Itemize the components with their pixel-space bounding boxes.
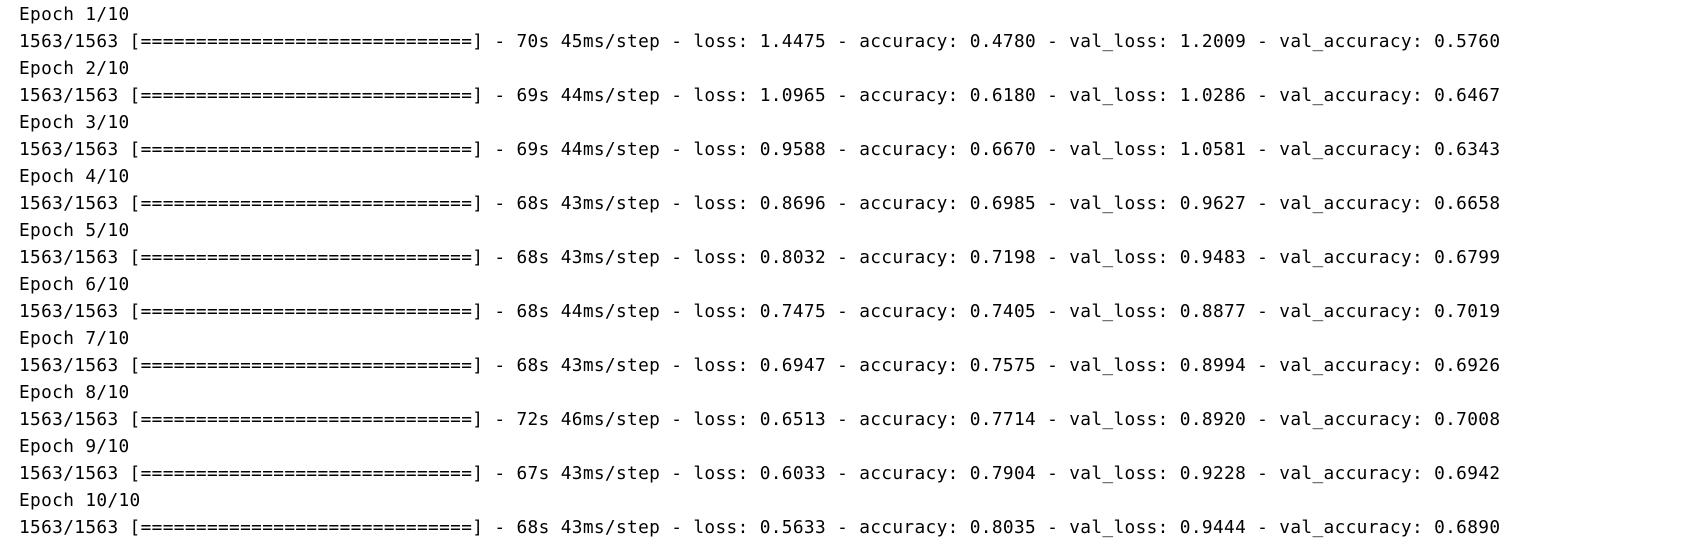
epoch-progress-line: 1563/1563 [=============================…	[19, 463, 1501, 484]
epoch-header: Epoch 6/10	[19, 274, 130, 295]
epoch-progress-line: 1563/1563 [=============================…	[19, 85, 1501, 106]
epoch-progress-line: 1563/1563 [=============================…	[19, 139, 1501, 160]
training-log-output: Epoch 1/10 1563/1563 [==================…	[0, 0, 1687, 551]
epoch-block: Epoch 10/10 1563/1563 [=================…	[19, 487, 1687, 541]
epoch-block: Epoch 9/10 1563/1563 [==================…	[19, 433, 1687, 487]
epoch-block: Epoch 4/10 1563/1563 [==================…	[19, 163, 1687, 217]
epoch-progress-line: 1563/1563 [=============================…	[19, 517, 1501, 538]
epoch-header: Epoch 8/10	[19, 382, 130, 403]
epoch-block: Epoch 8/10 1563/1563 [==================…	[19, 379, 1687, 433]
epoch-header: Epoch 1/10	[19, 4, 130, 25]
epoch-progress-line: 1563/1563 [=============================…	[19, 355, 1501, 376]
epoch-progress-line: 1563/1563 [=============================…	[19, 409, 1501, 430]
epoch-progress-line: 1563/1563 [=============================…	[19, 193, 1501, 214]
epoch-header: Epoch 4/10	[19, 166, 130, 187]
epoch-header: Epoch 5/10	[19, 220, 130, 241]
epoch-progress-line: 1563/1563 [=============================…	[19, 247, 1501, 268]
epoch-progress-line: 1563/1563 [=============================…	[19, 301, 1501, 322]
epoch-header: Epoch 10/10	[19, 490, 141, 511]
epoch-progress-line: 1563/1563 [=============================…	[19, 31, 1501, 52]
epoch-block: Epoch 2/10 1563/1563 [==================…	[19, 55, 1687, 109]
epoch-block: Epoch 3/10 1563/1563 [==================…	[19, 109, 1687, 163]
epoch-header: Epoch 2/10	[19, 58, 130, 79]
epoch-header: Epoch 3/10	[19, 112, 130, 133]
epoch-header: Epoch 9/10	[19, 436, 130, 457]
epoch-block: Epoch 1/10 1563/1563 [==================…	[19, 1, 1687, 55]
epoch-block: Epoch 6/10 1563/1563 [==================…	[19, 271, 1687, 325]
epoch-block: Epoch 5/10 1563/1563 [==================…	[19, 217, 1687, 271]
epoch-block: Epoch 7/10 1563/1563 [==================…	[19, 325, 1687, 379]
epoch-header: Epoch 7/10	[19, 328, 130, 349]
